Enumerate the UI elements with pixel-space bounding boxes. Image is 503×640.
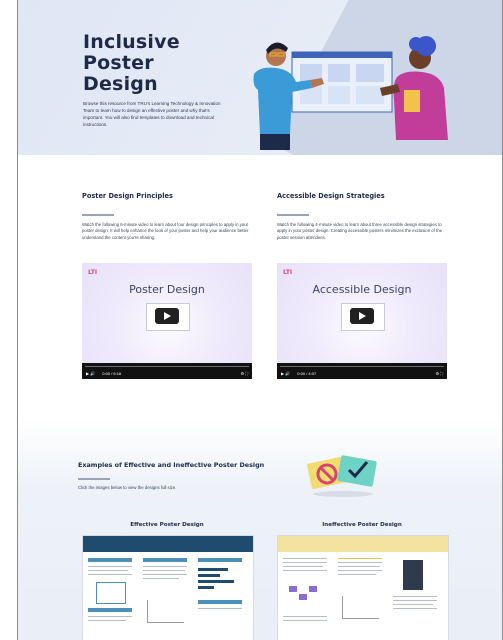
video-control-bar: ▶ 🔊 0:00 / 6:16 ⚙ ⛶: [82, 363, 252, 379]
ineffective-poster-label: Ineffective Poster Design: [322, 522, 402, 528]
video-title: Accessible Design: [312, 283, 412, 296]
page-title: Inclusive Poster Design: [83, 32, 180, 95]
poster-comparison-illustration: [307, 455, 377, 497]
video-progress-track[interactable]: [280, 366, 444, 367]
play-pause-icon[interactable]: ▶ 🔊: [86, 371, 95, 376]
examples-heading: Examples of Effective and Ineffective Po…: [78, 461, 265, 469]
principles-description: Watch the following 6-minute video to le…: [82, 222, 249, 240]
accessible-description: Watch the following 4-minute video to le…: [277, 222, 443, 240]
ineffective-poster-column-1: [283, 556, 333, 640]
ineffective-poster-column-2: [338, 556, 388, 640]
ineffective-poster-image[interactable]: [277, 535, 449, 640]
hero-banner: Inclusive Poster Design Browse this reso…: [18, 0, 502, 155]
accessible-heading: Accessible Design Strategies: [277, 192, 385, 200]
play-pause-icon[interactable]: ▶ 🔊: [281, 371, 290, 376]
principles-video-player[interactable]: LTI Poster Design ▶ 🔊 0:00 / 6:16 ⚙ ⛶: [82, 263, 252, 379]
play-button-icon[interactable]: [155, 308, 179, 324]
lti-logo: LTI: [88, 269, 98, 276]
effective-poster-header: [83, 536, 253, 552]
video-right-controls[interactable]: ⚙ ⛶: [241, 371, 249, 376]
effective-poster-image[interactable]: [82, 535, 254, 640]
ineffective-poster-column-3: [393, 556, 443, 640]
play-button-icon[interactable]: [350, 308, 374, 324]
video-control-bar: ▶ 🔊 0:00 / 4:07 ⚙ ⛶: [277, 363, 447, 379]
hero-illustration: [253, 36, 448, 150]
title-line-1: Inclusive: [83, 31, 180, 53]
principles-heading: Poster Design Principles: [82, 192, 173, 200]
video-time: 0:00 / 6:16: [102, 371, 122, 376]
video-title: Poster Design: [129, 283, 205, 296]
lti-logo: LTI: [283, 269, 293, 276]
title-line-2: Poster: [83, 52, 154, 74]
video-left-controls[interactable]: ▶ 🔊 0:00 / 6:16: [86, 371, 121, 376]
title-line-3: Design: [83, 73, 158, 95]
accessible-video-player[interactable]: LTI Accessible Design ▶ 🔊 0:00 / 4:07 ⚙ …: [277, 263, 447, 379]
examples-description: Click the images below to view the desig…: [78, 485, 177, 490]
page-frame: Inclusive Poster Design Browse this reso…: [17, 0, 503, 640]
video-progress-track[interactable]: [85, 366, 249, 367]
video-left-controls[interactable]: ▶ 🔊 0:00 / 4:07: [281, 371, 316, 376]
effective-poster-column-2: [143, 556, 193, 640]
hero-description: Browse this resource from TRU's Learning…: [83, 101, 221, 127]
examples-heading-rule: [78, 478, 110, 480]
accessible-heading-rule: [277, 214, 309, 216]
video-right-controls[interactable]: ⚙ ⛶: [436, 371, 444, 376]
video-time: 0:00 / 4:07: [297, 371, 317, 376]
effective-poster-label: Effective Poster Design: [130, 522, 204, 528]
effective-poster-column-1: [88, 556, 138, 640]
principles-heading-rule: [82, 214, 114, 216]
ineffective-poster-header: [278, 536, 448, 552]
effective-poster-column-3: [198, 556, 248, 640]
